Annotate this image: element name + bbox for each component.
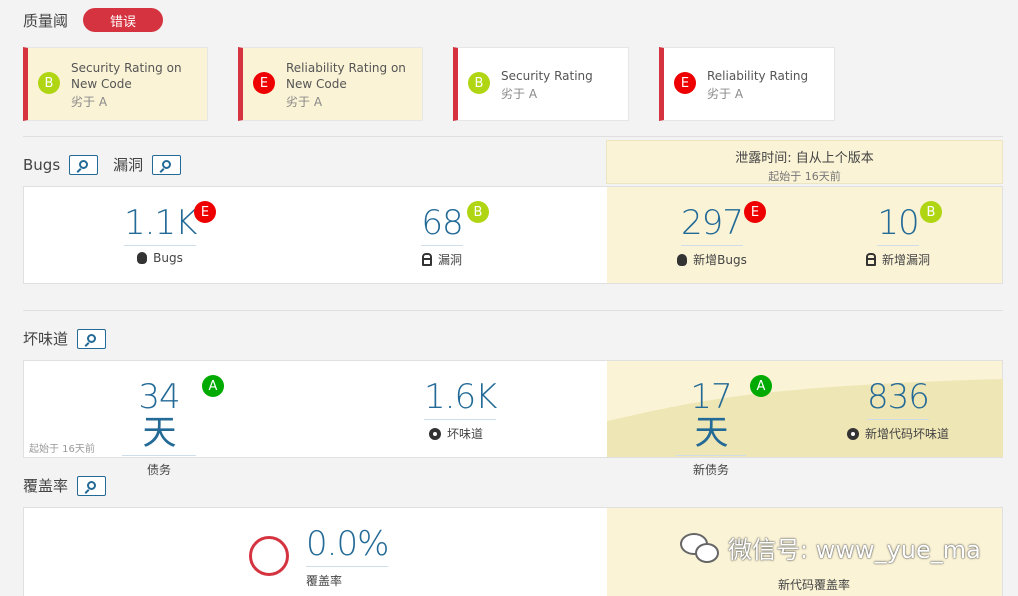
condition-card[interactable]: E Reliability Rating 劣于 A xyxy=(659,47,835,121)
condition-operator: 劣于 A xyxy=(286,95,323,109)
coverage-value[interactable]: 0.0% xyxy=(306,526,389,567)
smells-value[interactable]: 1.6K xyxy=(424,379,497,420)
rating-badge[interactable]: E xyxy=(194,201,216,223)
rating-badge[interactable]: B xyxy=(467,201,489,223)
condition-metric: Reliability Rating xyxy=(707,69,809,83)
leak-period-header: 泄露时间: 自从上个版本 起始于 16天前 xyxy=(606,140,1003,184)
bugs-label: Bugs xyxy=(153,251,183,265)
smells-title: 坏味道 xyxy=(23,330,69,348)
rating-badge: B xyxy=(468,72,490,94)
divider xyxy=(23,310,1003,311)
bug-icon xyxy=(137,252,148,264)
quality-gate-title: 质量阈 xyxy=(23,11,69,30)
smells-label: 坏味道 xyxy=(446,427,483,441)
coverage-section-title: 覆盖率 xyxy=(23,475,107,496)
search-icon xyxy=(87,481,97,490)
since-note: 起始于 16天前 xyxy=(29,444,95,455)
rating-badge[interactable]: A xyxy=(750,375,772,397)
new-coverage-measure[interactable]: 新代码覆盖率 xyxy=(754,571,874,593)
coverage-title: 覆盖率 xyxy=(23,477,69,495)
debt-measure[interactable]: 34天 债务 A xyxy=(122,375,224,478)
leak-period-title: 泄露时间: 自从上个版本 xyxy=(735,151,874,166)
leak-area xyxy=(607,187,1002,283)
rating-badge[interactable]: E xyxy=(744,201,766,223)
quality-gate-header: 质量阈 错误 xyxy=(23,8,164,32)
quality-gate-status-badge: 错误 xyxy=(83,8,164,32)
smells-measure[interactable]: 1.6K 坏味道 xyxy=(424,379,497,442)
rating-badge: E xyxy=(674,72,696,94)
debt-value[interactable]: 34天 xyxy=(122,379,196,456)
bug-icon xyxy=(677,253,688,266)
wechat-icon xyxy=(680,531,720,565)
bugs-search-button[interactable] xyxy=(69,154,99,175)
condition-card[interactable]: B Security Rating on New Code 劣于 A xyxy=(23,47,208,121)
vulnerabilities-title: 漏洞 xyxy=(113,156,144,174)
debt-label: 债务 xyxy=(146,463,171,477)
leak-period-since: 起始于 16天前 xyxy=(768,170,841,183)
new-vulnerabilities-label: 新增漏洞 xyxy=(881,253,930,267)
watermark: 微信号: www_yue_ma xyxy=(680,530,981,565)
coverage-donut xyxy=(249,536,289,576)
condition-card[interactable]: B Security Rating 劣于 A xyxy=(453,47,629,121)
lock-icon xyxy=(865,252,876,266)
smells-search-button[interactable] xyxy=(77,328,107,349)
search-icon xyxy=(87,334,97,343)
new-bugs-measure[interactable]: 297 新增Bugs E xyxy=(672,201,766,268)
bugs-title: Bugs xyxy=(23,155,61,174)
vulnerabilities-search-button[interactable] xyxy=(152,154,182,175)
rating-badge[interactable]: B xyxy=(920,201,942,223)
condition-metric: Security Rating xyxy=(501,69,593,83)
new-vulnerabilities-measure[interactable]: 10 新增漏洞 B xyxy=(862,201,942,268)
rating-badge[interactable]: A xyxy=(202,375,224,397)
new-bugs-label: 新增Bugs xyxy=(693,253,747,267)
condition-metric: Security Rating on New Code xyxy=(71,61,182,91)
condition-metric: Reliability Rating on New Code xyxy=(286,61,406,91)
bugs-section-title: Bugs 漏洞 xyxy=(23,154,182,175)
divider xyxy=(23,136,1003,137)
bugs-vulnerabilities-panel: 1.1K Bugs E 68 漏洞 B 297 新增Bugs E 10 新增漏洞… xyxy=(23,186,1003,284)
rating-badge: B xyxy=(38,72,60,94)
new-smells-value[interactable]: 836 xyxy=(867,379,930,420)
smell-icon xyxy=(846,427,859,440)
new-bugs-value[interactable]: 297 xyxy=(681,205,744,246)
new-debt-measure[interactable]: 17天 新债务 A xyxy=(676,375,772,478)
condition-card[interactable]: E Reliability Rating on New Code 劣于 A xyxy=(238,47,423,121)
search-icon xyxy=(162,160,172,169)
new-smells-label: 新增代码坏味道 xyxy=(864,427,949,441)
new-debt-label: 新债务 xyxy=(692,463,729,477)
new-debt-value[interactable]: 17天 xyxy=(676,379,746,456)
new-smells-measure[interactable]: 836 新增代码坏味道 xyxy=(842,379,954,442)
vulnerabilities-value[interactable]: 68 xyxy=(421,205,464,246)
coverage-label: 覆盖率 xyxy=(306,574,343,588)
condition-operator: 劣于 A xyxy=(501,87,538,101)
condition-operator: 劣于 A xyxy=(71,95,108,109)
new-vulnerabilities-value[interactable]: 10 xyxy=(877,205,920,246)
vulnerabilities-measure[interactable]: 68 漏洞 B xyxy=(414,201,489,268)
condition-operator: 劣于 A xyxy=(707,87,744,101)
rating-badge: E xyxy=(253,72,275,94)
smell-icon xyxy=(428,427,441,440)
coverage-search-button[interactable] xyxy=(77,475,107,496)
code-smells-panel: 34天 债务 A 1.6K 坏味道 17天 新债务 A 836 新增代码坏味道 … xyxy=(23,360,1003,477)
bugs-value[interactable]: 1.1K xyxy=(124,205,197,246)
vulnerabilities-label: 漏洞 xyxy=(437,253,462,267)
new-coverage-label: 新代码覆盖率 xyxy=(777,578,850,592)
watermark-text: 微信号: www_yue_ma xyxy=(728,536,981,564)
search-icon xyxy=(79,160,89,169)
bugs-measure[interactable]: 1.1K Bugs E xyxy=(124,201,216,265)
smells-section-title: 坏味道 xyxy=(23,328,107,349)
lock-icon xyxy=(421,252,432,266)
coverage-measure[interactable]: 0.0% 覆盖率 xyxy=(306,526,389,589)
